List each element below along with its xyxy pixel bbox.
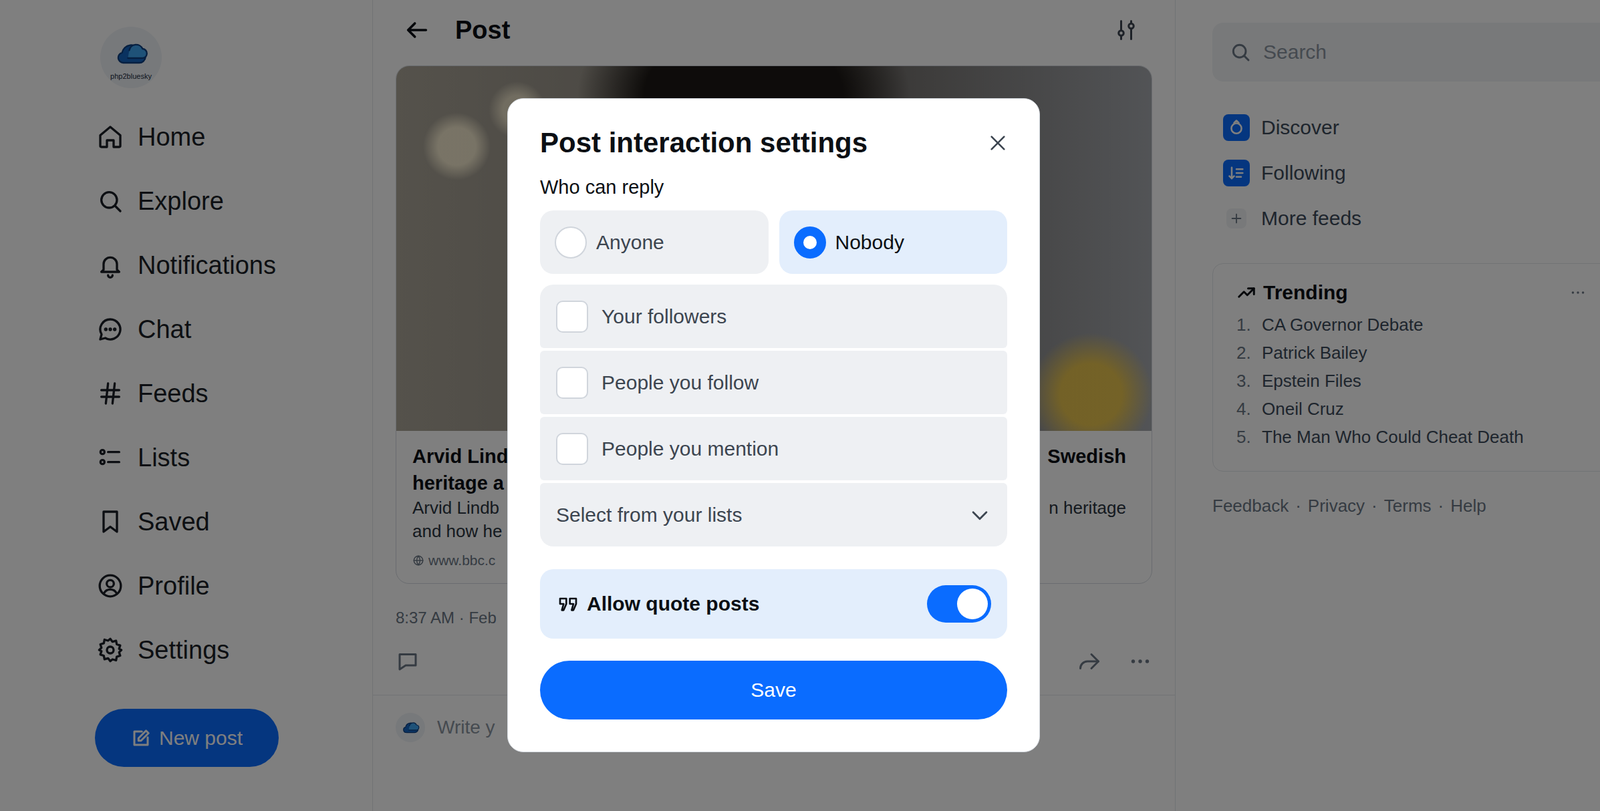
save-button[interactable]: Save	[540, 660, 1008, 720]
quote-posts-row[interactable]: Allow quote posts	[540, 569, 1008, 639]
checkbox[interactable]	[556, 300, 589, 333]
chevron-down-icon	[968, 503, 992, 527]
reply-option-label[interactable]: Anyone	[596, 231, 665, 254]
checkbox[interactable]	[556, 433, 589, 466]
audience-label[interactable]: People you follow	[601, 371, 759, 395]
interaction-settings-dialog: Post interaction settings Who can reply An…	[507, 98, 1040, 753]
save-label[interactable]: Save	[750, 679, 796, 702]
reply-option-label[interactable]: Nobody	[835, 231, 905, 254]
quote-posts-label[interactable]: Allow quote posts	[586, 592, 919, 616]
audience-list: Your followers People you follow People yo…	[540, 284, 1008, 547]
reply-option[interactable]: Nobody	[779, 210, 1008, 275]
dialog-header: Post interaction settings	[540, 125, 1008, 161]
list-select-label[interactable]: Select from your lists	[556, 503, 742, 527]
section-label: Who can reply	[540, 175, 1008, 200]
audience-label[interactable]: People you mention	[601, 437, 779, 461]
quote-toggle[interactable]	[926, 585, 992, 623]
radio-button[interactable]	[793, 226, 827, 259]
audience-option[interactable]: People you follow	[540, 350, 1008, 415]
audience-option[interactable]: People you mention	[540, 417, 1008, 481]
close-icon[interactable]	[987, 132, 1009, 154]
reply-option[interactable]: Anyone	[540, 210, 769, 275]
reply-radio-group: Anyone Nobody	[540, 210, 1008, 275]
radio-button[interactable]	[554, 226, 587, 259]
audience-label[interactable]: Your followers	[601, 305, 727, 329]
dialog-title: Post interaction settings	[540, 125, 868, 161]
toggle-knob	[957, 588, 988, 620]
list-select[interactable]: Select from your lists	[540, 483, 1008, 547]
audience-option[interactable]: Your followers	[540, 284, 1008, 349]
quote-icon	[557, 593, 579, 615]
checkbox[interactable]	[556, 366, 589, 399]
